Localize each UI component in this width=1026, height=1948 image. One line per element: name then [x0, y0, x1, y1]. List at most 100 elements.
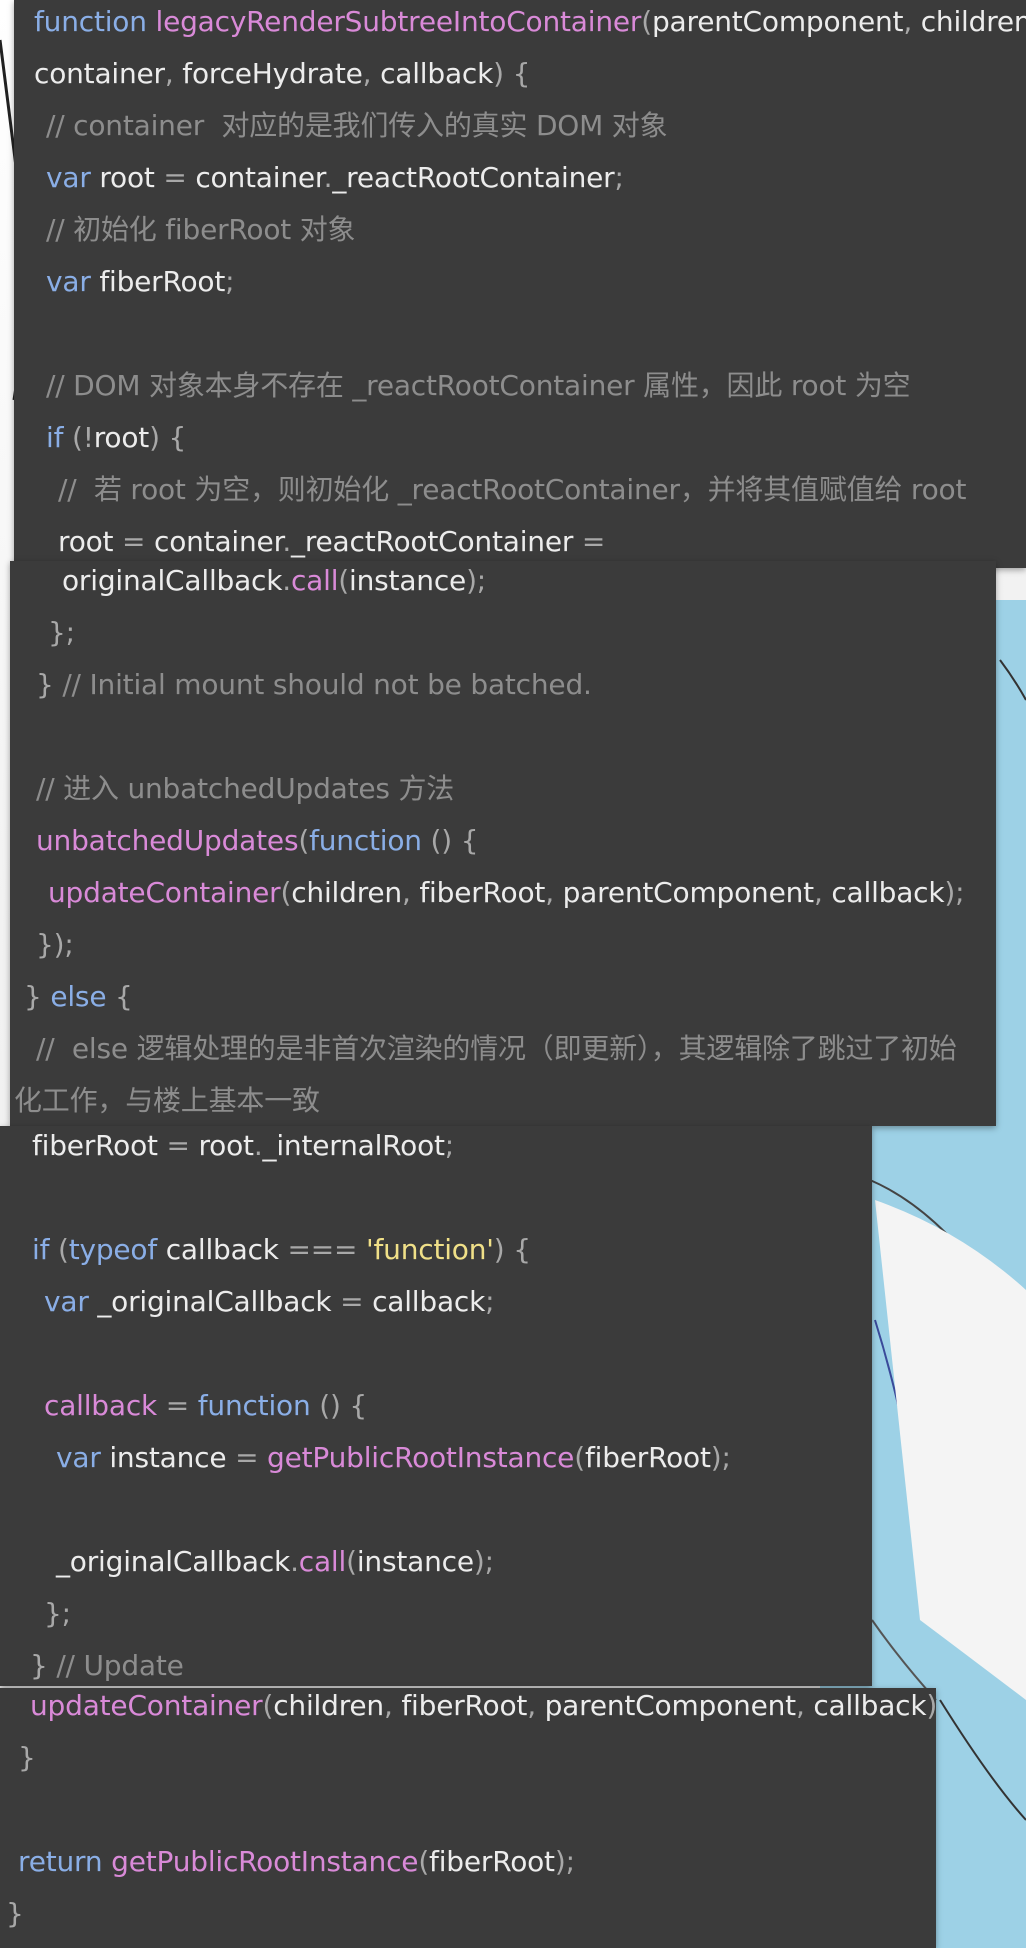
code-token: ); [554, 1845, 575, 1878]
code-line: }); [36, 919, 74, 971]
code-token: ); [710, 1441, 731, 1474]
code-token: callback [363, 1285, 486, 1318]
code-token: fiberRoot [401, 1689, 528, 1722]
code-token: getPublicRootInstance [111, 1845, 419, 1878]
code-line: if (!root) { [46, 412, 186, 464]
code-line: var instance = getPublicRootInstance(fib… [56, 1432, 731, 1484]
code-line: } else { [24, 971, 133, 1023]
code-token: callback [157, 1233, 288, 1266]
code-token: root [93, 421, 150, 454]
code-token: ); [473, 1545, 494, 1578]
code-token: } [36, 668, 63, 701]
code-token: ) { [149, 421, 187, 454]
code-token: ; [485, 1285, 495, 1318]
code-panel-2: originalCallback.call(instance); }; } //… [10, 561, 996, 1126]
code-token: ( [338, 564, 350, 597]
code-token: call [298, 1545, 347, 1578]
code-token: function [197, 1389, 311, 1422]
code-token: } [24, 980, 51, 1013]
code-token: children [273, 1689, 384, 1722]
code-token: fiberRoot [584, 1441, 711, 1474]
code-line: 化工作，与楼上基本一致 [14, 1075, 320, 1126]
code-line: // 若 root 为空，则初始化 _reactRootContainer，并将… [58, 464, 966, 516]
code-token: callback [380, 57, 494, 90]
code-token: ( [346, 1545, 357, 1578]
code-panel-3: fiberRoot = root._internalRoot; if (type… [0, 1126, 872, 1686]
code-token: instance [100, 1441, 236, 1474]
code-token: var [56, 1441, 101, 1474]
code-token: _internalRoot [262, 1129, 445, 1162]
code-token: else [50, 980, 107, 1013]
code-token: fiberRoot [90, 265, 226, 298]
code-token: _reactRootContainer [291, 525, 582, 558]
code-line: if (typeof callback === 'function') { [32, 1224, 531, 1276]
code-token: originalCallback [62, 564, 283, 597]
code-token: if [32, 1233, 50, 1266]
code-token: , [527, 1689, 545, 1722]
code-token: () { [310, 1389, 367, 1422]
code-token: callback [44, 1389, 158, 1422]
code-token: root [58, 525, 123, 558]
code-line: return getPublicRootInstance(fiberRoot); [18, 1836, 575, 1888]
code-token: // Initial mount should not be batched. [62, 668, 592, 701]
code-line: var fiberRoot; [46, 256, 235, 308]
code-line: } [18, 1732, 36, 1784]
code-line: } // Update [30, 1640, 184, 1686]
code-token: ) { [493, 1233, 531, 1266]
code-token: ( [262, 1689, 274, 1722]
code-token: children [920, 5, 1026, 38]
code-token: = [163, 161, 187, 194]
code-panel-4: updateContainer(children, fiberRoot, par… [0, 1688, 936, 1948]
code-token: parentComponent [562, 876, 815, 909]
code-token: if [46, 421, 64, 454]
code-token: getPublicRootInstance [267, 1441, 575, 1474]
code-token: ( [574, 1441, 585, 1474]
code-token: ! [82, 421, 94, 454]
code-token: 'function' [366, 1233, 494, 1266]
code-token: . [253, 1129, 263, 1162]
code-token: ); [466, 564, 487, 597]
code-token: = [581, 525, 606, 558]
code-token: // container 对应的是我们传入的真实 DOM 对象 [46, 109, 668, 142]
code-token: function [34, 5, 147, 38]
code-token: , [401, 876, 420, 909]
code-token: // DOM 对象本身不存在 _reactRootContainer 属性，因此… [46, 369, 911, 402]
code-token: instance [349, 564, 467, 597]
code-token: = [122, 525, 146, 558]
code-token: === [287, 1233, 358, 1266]
code-line: // else 逻辑处理的是非首次渲染的情况（即更新），其逻辑除了跳过了初始 [36, 1023, 957, 1075]
code-line: var _originalCallback = callback; [44, 1276, 495, 1328]
code-token: = [157, 1389, 198, 1422]
code-token: ) { [493, 57, 531, 90]
code-token: // else 逻辑处理的是非首次渲染的情况（即更新），其逻辑除了跳过了初始 [36, 1032, 957, 1065]
code-token: container [186, 161, 324, 194]
code-token: ( [641, 5, 652, 38]
code-token: _originalCallback [56, 1545, 291, 1578]
code-token: = [340, 1285, 364, 1318]
code-token: , [383, 1689, 402, 1722]
code-line: unbatchedUpdates(function () { [36, 815, 479, 867]
code-panel-1: function legacyRenderSubtreeIntoContaine… [14, 0, 1026, 568]
code-token: . [282, 564, 291, 597]
code-token: root [189, 1129, 254, 1162]
code-token: ; [225, 265, 235, 298]
code-token: instance [356, 1545, 474, 1578]
code-token: legacyRenderSubtreeIntoContainer [155, 5, 642, 38]
code-token: var [44, 1285, 89, 1318]
code-token: // Update [56, 1649, 184, 1682]
code-token: }); [36, 928, 74, 961]
code-line: container, forceHydrate, callback) { [34, 48, 530, 100]
code-token: } [18, 1741, 36, 1774]
code-token: return [18, 1845, 103, 1878]
code-token: = [235, 1441, 259, 1474]
code-token: ( [298, 824, 310, 857]
code-token: callback [831, 876, 945, 909]
code-token: root [90, 161, 164, 194]
code-line: // DOM 对象本身不存在 _reactRootContainer 属性，因此… [46, 360, 911, 412]
code-line: // 进入 unbatchedUpdates 方法 [36, 763, 454, 815]
code-line: // 初始化 fiberRoot 对象 [46, 204, 356, 256]
code-line: // container 对应的是我们传入的真实 DOM 对象 [46, 100, 668, 152]
code-line: fiberRoot = root._internalRoot; [32, 1126, 454, 1172]
code-token: , [795, 1689, 814, 1722]
